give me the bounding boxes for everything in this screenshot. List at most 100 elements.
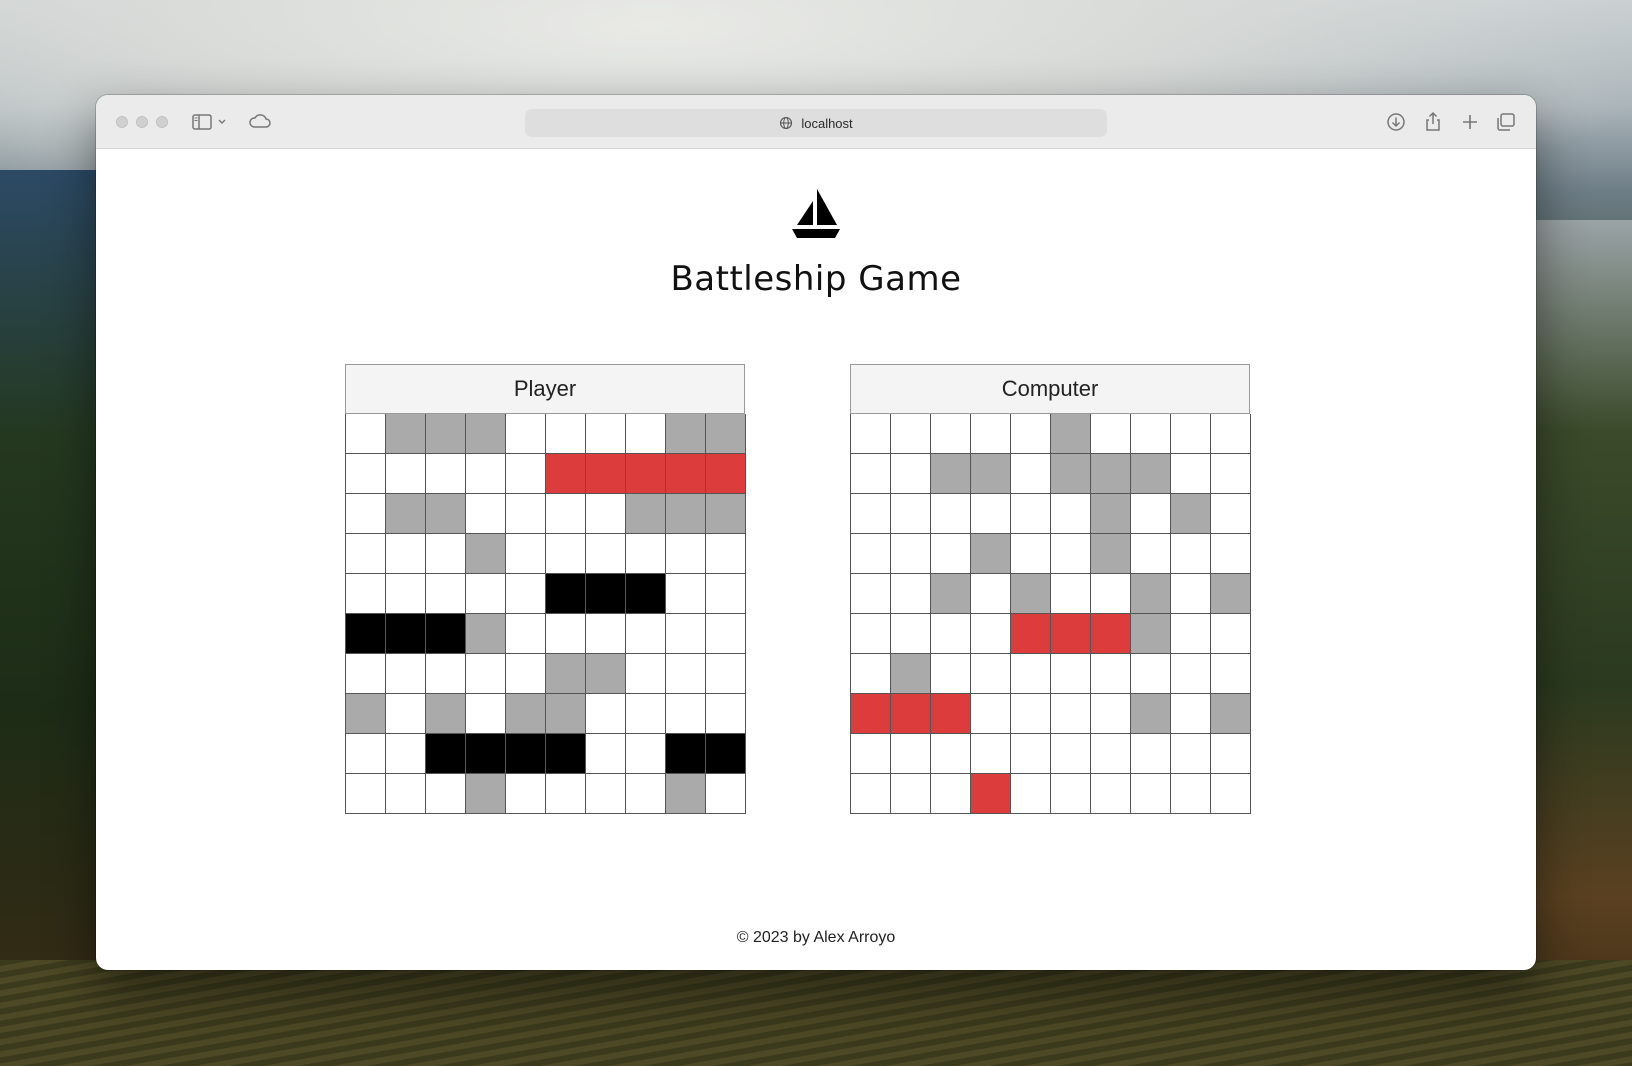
computer-cell-empty[interactable]	[1211, 534, 1251, 574]
computer-cell-empty[interactable]	[1171, 654, 1211, 694]
computer-cell-empty[interactable]	[1211, 454, 1251, 494]
computer-cell-empty[interactable]	[1131, 414, 1171, 454]
computer-cell-empty[interactable]	[851, 534, 891, 574]
computer-cell-empty[interactable]	[891, 494, 931, 534]
computer-cell-empty[interactable]	[1051, 654, 1091, 694]
computer-cell-empty[interactable]	[1171, 774, 1211, 814]
computer-cell-hit[interactable]	[1091, 614, 1131, 654]
computer-cell-miss[interactable]	[1171, 494, 1211, 534]
computer-cell-empty[interactable]	[1211, 494, 1251, 534]
computer-cell-empty[interactable]	[1011, 734, 1051, 774]
share-icon[interactable]	[1420, 109, 1446, 135]
computer-cell-empty[interactable]	[891, 734, 931, 774]
computer-cell-empty[interactable]	[1091, 774, 1131, 814]
computer-cell-empty[interactable]	[1131, 654, 1171, 694]
plus-icon[interactable]	[1457, 109, 1483, 135]
computer-cell-empty[interactable]	[971, 494, 1011, 534]
computer-cell-empty[interactable]	[1171, 614, 1211, 654]
computer-cell-empty[interactable]	[971, 734, 1011, 774]
computer-cell-miss[interactable]	[1211, 694, 1251, 734]
computer-cell-empty[interactable]	[1011, 694, 1051, 734]
computer-cell-empty[interactable]	[1011, 654, 1051, 694]
computer-cell-miss[interactable]	[1091, 494, 1131, 534]
computer-cell-empty[interactable]	[1091, 694, 1131, 734]
computer-cell-empty[interactable]	[1211, 414, 1251, 454]
computer-cell-empty[interactable]	[851, 414, 891, 454]
computer-cell-empty[interactable]	[971, 614, 1011, 654]
computer-cell-empty[interactable]	[1011, 534, 1051, 574]
computer-cell-miss[interactable]	[1011, 574, 1051, 614]
computer-cell-empty[interactable]	[931, 774, 971, 814]
computer-cell-empty[interactable]	[971, 654, 1011, 694]
computer-cell-empty[interactable]	[1011, 454, 1051, 494]
computer-cell-empty[interactable]	[891, 574, 931, 614]
computer-cell-miss[interactable]	[1091, 534, 1131, 574]
computer-cell-empty[interactable]	[971, 414, 1011, 454]
computer-cell-empty[interactable]	[931, 534, 971, 574]
download-icon[interactable]	[1383, 109, 1409, 135]
computer-cell-empty[interactable]	[851, 614, 891, 654]
computer-cell-empty[interactable]	[851, 734, 891, 774]
computer-cell-empty[interactable]	[1051, 774, 1091, 814]
cloud-icon[interactable]	[247, 109, 273, 135]
computer-cell-empty[interactable]	[1131, 494, 1171, 534]
computer-cell-empty[interactable]	[1171, 694, 1211, 734]
computer-cell-empty[interactable]	[1131, 534, 1171, 574]
computer-cell-empty[interactable]	[931, 734, 971, 774]
computer-cell-empty[interactable]	[1011, 774, 1051, 814]
computer-cell-empty[interactable]	[891, 454, 931, 494]
tabs-icon[interactable]	[1493, 109, 1519, 135]
chevron-down-icon[interactable]	[214, 109, 230, 135]
computer-cell-miss[interactable]	[891, 654, 931, 694]
computer-cell-empty[interactable]	[1091, 574, 1131, 614]
computer-cell-miss[interactable]	[1051, 454, 1091, 494]
computer-cell-miss[interactable]	[1131, 694, 1171, 734]
computer-cell-empty[interactable]	[851, 654, 891, 694]
computer-cell-empty[interactable]	[1171, 414, 1211, 454]
computer-cell-empty[interactable]	[971, 574, 1011, 614]
computer-cell-empty[interactable]	[931, 414, 971, 454]
computer-cell-empty[interactable]	[891, 614, 931, 654]
computer-cell-empty[interactable]	[1091, 734, 1131, 774]
computer-cell-miss[interactable]	[1131, 614, 1171, 654]
computer-cell-empty[interactable]	[1011, 494, 1051, 534]
computer-cell-empty[interactable]	[1211, 654, 1251, 694]
computer-cell-empty[interactable]	[1051, 534, 1091, 574]
computer-cell-miss[interactable]	[1131, 454, 1171, 494]
computer-cell-hit[interactable]	[971, 774, 1011, 814]
minimize-window-button[interactable]	[136, 116, 148, 128]
computer-cell-miss[interactable]	[1131, 574, 1171, 614]
zoom-window-button[interactable]	[156, 116, 168, 128]
computer-cell-empty[interactable]	[1171, 534, 1211, 574]
computer-cell-empty[interactable]	[1051, 574, 1091, 614]
computer-cell-empty[interactable]	[1211, 734, 1251, 774]
computer-cell-empty[interactable]	[1091, 654, 1131, 694]
computer-cell-empty[interactable]	[851, 574, 891, 614]
computer-cell-empty[interactable]	[971, 694, 1011, 734]
computer-cell-empty[interactable]	[1171, 734, 1211, 774]
computer-cell-hit[interactable]	[1051, 614, 1091, 654]
address-bar[interactable]: localhost	[525, 109, 1107, 137]
computer-cell-miss[interactable]	[1051, 414, 1091, 454]
computer-cell-empty[interactable]	[1171, 454, 1211, 494]
computer-cell-empty[interactable]	[1211, 774, 1251, 814]
computer-cell-empty[interactable]	[1171, 574, 1211, 614]
computer-cell-miss[interactable]	[931, 454, 971, 494]
computer-cell-empty[interactable]	[1051, 494, 1091, 534]
computer-cell-hit[interactable]	[891, 694, 931, 734]
computer-cell-empty[interactable]	[851, 454, 891, 494]
computer-cell-miss[interactable]	[1091, 454, 1131, 494]
computer-cell-empty[interactable]	[1131, 734, 1171, 774]
computer-cell-empty[interactable]	[931, 654, 971, 694]
computer-cell-empty[interactable]	[931, 494, 971, 534]
computer-cell-empty[interactable]	[931, 614, 971, 654]
computer-cell-empty[interactable]	[1051, 694, 1091, 734]
computer-cell-empty[interactable]	[851, 494, 891, 534]
computer-cell-hit[interactable]	[1011, 614, 1051, 654]
computer-cell-miss[interactable]	[931, 574, 971, 614]
computer-cell-empty[interactable]	[1091, 414, 1131, 454]
computer-cell-hit[interactable]	[851, 694, 891, 734]
computer-cell-miss[interactable]	[1211, 574, 1251, 614]
computer-cell-empty[interactable]	[1131, 774, 1171, 814]
computer-cell-empty[interactable]	[1051, 734, 1091, 774]
